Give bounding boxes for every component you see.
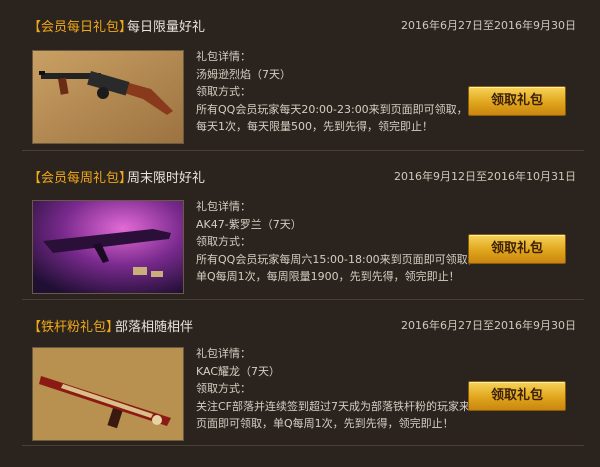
package-subtitle: 周末限时好礼: [127, 171, 206, 186]
ak47-violet-image: [32, 200, 184, 294]
package-item: 汤姆逊烈焰（7天）: [196, 67, 291, 81]
package-date: 2016年9月12日至2016年10月31日: [394, 170, 576, 183]
claim-button[interactable]: 领取礼包: [468, 234, 566, 264]
package-date: 2016年6月27日至2016年9月30日: [401, 19, 576, 32]
method-line: 关注CF部落并连续签到超过7天成为部落铁杆粉的玩家来到: [196, 399, 482, 413]
package-daily: 【会员每日礼包】 每日限量好礼 2016年6月27日至2016年9月30日 礼包…: [22, 0, 584, 151]
method-line: 页面即可领取，单Q每周1次，先到先得，领完即止！: [196, 417, 454, 430]
claim-button[interactable]: 领取礼包: [468, 86, 566, 116]
thompson-gun-image: [32, 50, 184, 144]
kac-dragon-image: [32, 347, 184, 441]
package-date: 2016年6月27日至2016年9月30日: [401, 319, 576, 332]
details-label: 礼包详情：: [196, 347, 251, 360]
package-item: KAC耀龙（7天）: [196, 364, 281, 378]
package-header: 【会员每日礼包】 每日限量好礼 2016年6月27日至2016年9月30日: [22, 16, 584, 36]
method-line: 所有QQ会员玩家每周六15:00-18:00来到页面即可领取，: [196, 252, 479, 266]
package-subtitle: 每日限量好礼: [127, 20, 206, 35]
package-header: 【铁杆粉礼包】 部落相随相伴 2016年6月27日至2016年9月30日: [22, 316, 584, 336]
package-info: 礼包详情： 汤姆逊烈焰（7天） 领取方式： 所有QQ会员玩家每天20:00-23…: [196, 48, 488, 136]
method-line: 单Q每周1次，每周限量1900，先到先得，领完即止！: [196, 270, 460, 283]
details-label: 礼包详情：: [196, 50, 251, 63]
package-tag: 【会员每日礼包】: [28, 20, 133, 35]
claim-button[interactable]: 领取礼包: [468, 381, 566, 411]
details-label: 礼包详情：: [196, 200, 251, 213]
method-line: 每天1次，每天限量500，先到先得，领完即止！: [196, 120, 433, 133]
method-line: 所有QQ会员玩家每天20:00-23:00来到页面即可领取，单Q: [196, 102, 488, 116]
package-info: 礼包详情： KAC耀龙（7天） 领取方式： 关注CF部落并连续签到超过7天成为部…: [196, 345, 482, 433]
method-label: 领取方式：: [196, 85, 251, 98]
method-label: 领取方式：: [196, 235, 251, 248]
package-subtitle: 部落相随相伴: [115, 320, 194, 335]
package-tag: 【会员每周礼包】: [28, 171, 133, 186]
package-info: 礼包详情： AK47-紫罗兰（7天） 领取方式： 所有QQ会员玩家每周六15:0…: [196, 198, 479, 286]
package-tag: 【铁杆粉礼包】: [28, 320, 120, 335]
package-item: AK47-紫罗兰（7天）: [196, 217, 302, 231]
method-label: 领取方式：: [196, 382, 251, 395]
package-weekly: 【会员每周礼包】 周末限时好礼 2016年9月12日至2016年10月31日 礼…: [22, 151, 584, 300]
package-fan: 【铁杆粉礼包】 部落相随相伴 2016年6月27日至2016年9月30日 礼包详…: [22, 300, 584, 446]
package-header: 【会员每周礼包】 周末限时好礼 2016年9月12日至2016年10月31日: [22, 167, 584, 187]
